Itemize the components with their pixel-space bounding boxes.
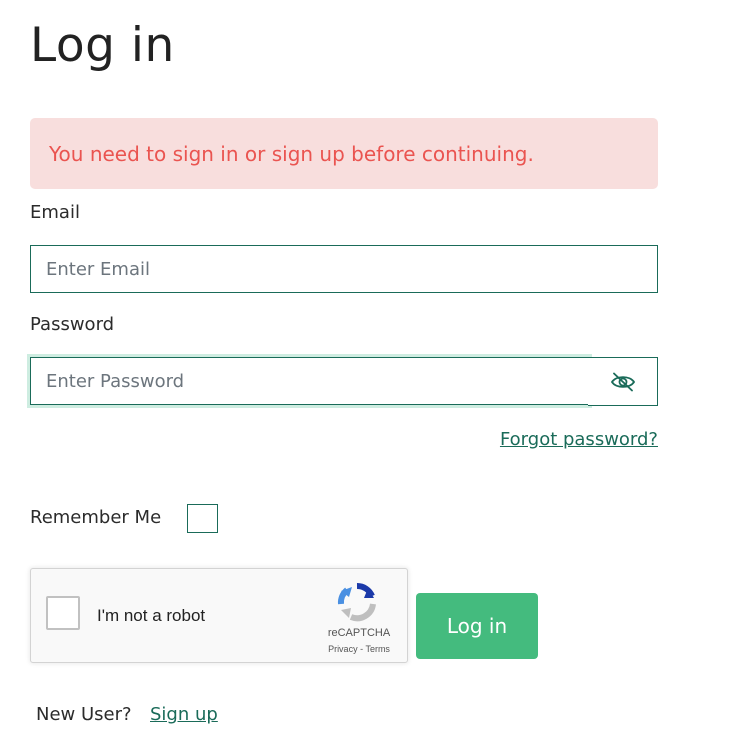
alert-banner: You need to sign in or sign up before co… bbox=[30, 118, 658, 189]
recaptcha-terms-link[interactable]: Terms bbox=[365, 644, 390, 654]
recaptcha-checkbox[interactable] bbox=[46, 596, 80, 630]
alert-message: You need to sign in or sign up before co… bbox=[49, 141, 534, 166]
password-label: Password bbox=[30, 314, 115, 335]
recaptcha-links: Privacy - Terms bbox=[309, 644, 409, 654]
email-field[interactable] bbox=[30, 245, 658, 293]
recaptcha-widget: I'm not a robot reCAPTCHA Privacy - Term… bbox=[30, 568, 408, 663]
email-label: Email bbox=[30, 202, 80, 223]
new-user-text: New User? bbox=[36, 704, 132, 725]
forgot-password-link[interactable]: Forgot password? bbox=[500, 429, 658, 450]
recaptcha-privacy-link[interactable]: Privacy bbox=[328, 644, 358, 654]
recaptcha-separator: - bbox=[360, 644, 364, 654]
signup-link[interactable]: Sign up bbox=[150, 704, 218, 725]
remember-me-label: Remember Me bbox=[30, 507, 162, 528]
page-title: Log in bbox=[30, 18, 175, 73]
login-button[interactable]: Log in bbox=[416, 593, 538, 659]
password-toggle-button[interactable] bbox=[588, 357, 658, 406]
password-field[interactable] bbox=[30, 357, 589, 405]
recaptcha-brand: reCAPTCHA bbox=[327, 627, 391, 639]
recaptcha-logo-icon bbox=[337, 582, 376, 622]
remember-me-checkbox[interactable] bbox=[187, 504, 218, 533]
recaptcha-label: I'm not a robot bbox=[97, 606, 206, 625]
eye-slash-icon bbox=[610, 372, 635, 391]
